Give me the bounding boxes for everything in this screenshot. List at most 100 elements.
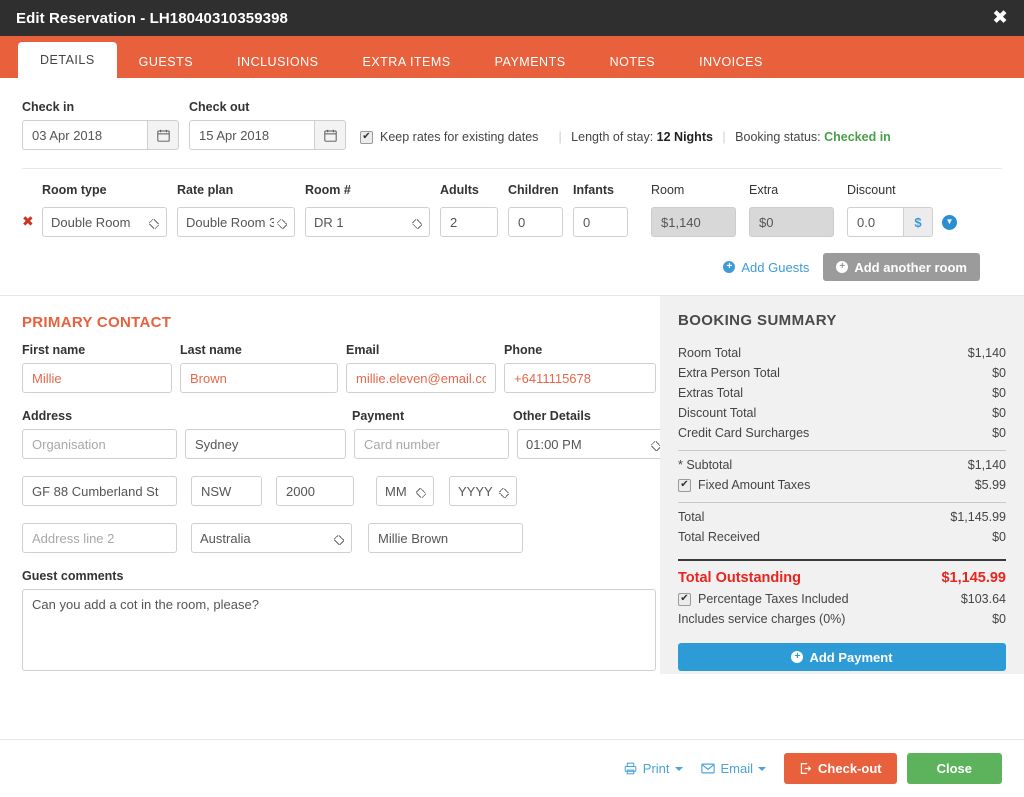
summary-row-total-received: Total Received $0 (678, 527, 1006, 547)
subtotal-value: $1,140 (968, 458, 1006, 472)
total-outstanding-value: $1,145.99 (941, 570, 1006, 586)
guest-comments-block: Guest comments Can you add a cot in the … (22, 569, 638, 674)
header-room-no: Room # (305, 183, 430, 197)
plus-icon-payment: + (791, 651, 803, 663)
arrival-time-select[interactable]: 01:00 PM (517, 429, 669, 459)
add-guests-button[interactable]: + Add Guests (723, 260, 809, 275)
close-icon[interactable]: ✖ (992, 9, 1008, 28)
add-payment-label: Add Payment (809, 650, 892, 665)
card-number-input[interactable] (354, 429, 509, 459)
rooms-header-row: Room type Rate plan Room # Adults Childr… (42, 183, 1002, 202)
chevron-down-icon-print (675, 767, 683, 771)
rooms-section: Room type Rate plan Room # Adults Childr… (0, 169, 1024, 281)
summary-label: Extra Person Total (678, 366, 780, 380)
email-button[interactable]: Email (701, 761, 767, 776)
address-line-2-input[interactable] (22, 523, 177, 553)
check-out-group (189, 120, 346, 150)
status-badge: Checked in (824, 130, 891, 144)
room-number-select[interactable]: DR 1 (305, 207, 430, 237)
summary-value: $0 (992, 426, 1006, 440)
postcode-input[interactable] (276, 476, 354, 506)
room-type-select[interactable]: Double Room (42, 207, 167, 237)
room-rate-field (651, 207, 736, 237)
organisation-input[interactable] (22, 429, 177, 459)
keep-rates-label: Keep rates for existing dates (380, 130, 538, 144)
chevron-down-icon[interactable]: ▼ (942, 215, 957, 230)
tab-invoices[interactable]: INVOICES (677, 46, 785, 78)
percentage-taxes-value: $103.64 (961, 592, 1006, 606)
header-discount: Discount (847, 183, 896, 197)
summary-label: Extras Total (678, 386, 743, 400)
street-input[interactable] (22, 476, 177, 506)
card-holder-name-input[interactable] (368, 523, 523, 553)
check-out-button[interactable]: Check-out (784, 753, 897, 784)
address-labels-row: Address Payment Other Details (22, 409, 638, 429)
dates-row: Check in Check out (22, 100, 1002, 150)
phone-input[interactable] (504, 363, 656, 393)
card-expiry-month-select[interactable]: MM (376, 476, 434, 506)
email-input[interactable] (346, 363, 496, 393)
check-out-label: Check-out (818, 761, 882, 776)
children-input[interactable] (508, 207, 563, 237)
address-row-2: MM YYYY (22, 476, 638, 506)
phone-label: Phone (504, 343, 656, 357)
print-button[interactable]: Print (624, 761, 683, 776)
plus-icon-room: + (836, 261, 848, 273)
tab-guests[interactable]: GUESTS (117, 46, 215, 78)
summary-value: $0 (992, 386, 1006, 400)
check-in-input[interactable] (22, 120, 147, 150)
fixed-amount-taxes-label: Fixed Amount Taxes (698, 478, 810, 492)
tab-details[interactable]: DETAILS (18, 42, 117, 78)
service-charges-value: $0 (992, 612, 1006, 626)
calendar-icon-checkin[interactable] (147, 120, 179, 150)
close-button[interactable]: Close (907, 753, 1002, 784)
discount-input[interactable] (847, 207, 903, 237)
tab-extra-items[interactable]: EXTRA ITEMS (340, 46, 472, 78)
summary-row-discount-total: Discount Total $0 (678, 403, 1006, 423)
tab-inclusions[interactable]: INCLUSIONS (215, 46, 340, 78)
header-children: Children (508, 183, 563, 197)
percentage-taxes-label: Percentage Taxes Included (698, 592, 849, 606)
length-of-stay-value: 12 Nights (657, 130, 713, 144)
lower-split: PRIMARY CONTACT First name Last name Ema… (0, 295, 1024, 674)
summary-row-credit-card-surcharges: Credit Card Surcharges $0 (678, 423, 1006, 443)
primary-contact-pane: PRIMARY CONTACT First name Last name Ema… (0, 296, 660, 674)
summary-row-subtotal: * Subtotal $1,140 (678, 455, 1006, 475)
city-input[interactable] (185, 429, 346, 459)
summary-row-fixed-taxes: ✔ Fixed Amount Taxes $5.99 (678, 475, 1006, 495)
tab-payments[interactable]: PAYMENTS (473, 46, 588, 78)
check-out-input[interactable] (189, 120, 314, 150)
discount-unit-toggle[interactable]: $ (903, 207, 933, 237)
guest-comments-textarea[interactable]: Can you add a cot in the room, please? (22, 589, 656, 671)
first-name-input[interactable] (22, 363, 172, 393)
total-received-value: $0 (992, 530, 1006, 544)
rate-plan-select[interactable]: Double Room 3-N (177, 207, 295, 237)
modal-header: Edit Reservation - LH18040310359398 ✖ (0, 0, 1024, 36)
header-extra: Extra (749, 183, 837, 197)
page-title: Edit Reservation - LH18040310359398 (16, 10, 288, 27)
adults-input[interactable] (440, 207, 498, 237)
total-received-label: Total Received (678, 530, 760, 544)
add-payment-button[interactable]: + Add Payment (678, 643, 1006, 671)
percentage-taxes-checkbox[interactable]: ✔ (678, 593, 691, 606)
delete-room-icon[interactable]: ✖ (22, 207, 42, 237)
country-select[interactable]: Australia (191, 523, 352, 553)
fixed-amount-taxes-checkbox[interactable]: ✔ (678, 479, 691, 492)
modal-body: Check in Check out (0, 78, 1024, 797)
summary-label: Credit Card Surcharges (678, 426, 809, 440)
exit-icon (799, 762, 812, 775)
rooms-actions: + Add Guests + Add another room (22, 241, 1002, 281)
tab-notes[interactable]: NOTES (588, 46, 678, 78)
infants-input[interactable] (573, 207, 628, 237)
keep-rates-checkbox[interactable]: ✔ (360, 131, 373, 144)
check-out-label: Check out (189, 100, 346, 114)
printer-icon (624, 762, 637, 775)
state-input[interactable] (191, 476, 262, 506)
card-expiry-year-select[interactable]: YYYY (449, 476, 517, 506)
add-another-room-button[interactable]: + Add another room (823, 253, 980, 281)
address-label: Address (22, 409, 352, 423)
check-in-group (22, 120, 179, 150)
chevron-down-icon-email (758, 767, 766, 771)
last-name-input[interactable] (180, 363, 338, 393)
calendar-icon-checkout[interactable] (314, 120, 346, 150)
